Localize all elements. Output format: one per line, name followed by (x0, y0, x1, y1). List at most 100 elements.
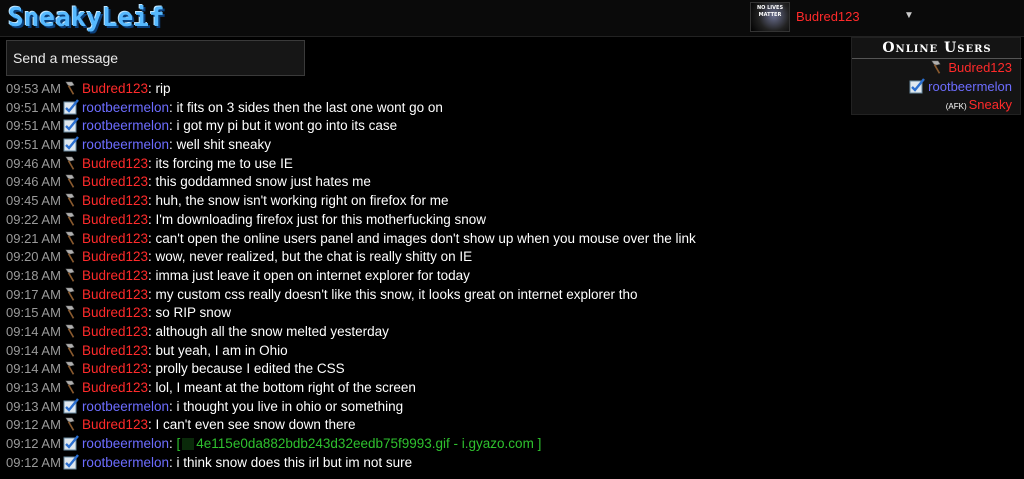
axe-icon (63, 360, 79, 376)
message-username[interactable]: Budred123 (82, 361, 148, 376)
chat-message: 09:14 AM Budred123: although all the snow… (6, 323, 1016, 342)
link-text[interactable]: 4e115e0da882bdb243d32eedb75f9993.gif - i… (196, 436, 534, 451)
message-separator: : (148, 361, 156, 377)
axe-icon (63, 267, 79, 283)
chat-message: 09:45 AM Budred123: huh, the snow isn't w… (6, 192, 1016, 211)
message-username[interactable]: Budred123 (82, 174, 148, 189)
current-user-name[interactable]: Budred123 (796, 9, 860, 24)
message-username[interactable]: Budred123 (82, 81, 148, 96)
message-username[interactable]: Budred123 (82, 156, 148, 171)
axe-icon (63, 379, 79, 395)
message-text: so RIP snow (155, 305, 232, 321)
axe-icon (63, 416, 79, 432)
message-text: well shit sneaky (176, 137, 272, 153)
axe-icon (63, 173, 79, 189)
message-separator: : (148, 249, 156, 265)
message-separator: : (169, 436, 177, 452)
message-username[interactable]: Budred123 (82, 417, 148, 432)
chat-message: 09:22 AM Budred123: I'm downloading firef… (6, 211, 1016, 230)
message-text: but yeah, I am in Ohio (155, 342, 288, 358)
message-timestamp: 09:14 AM (6, 323, 61, 339)
message-username[interactable]: rootbeermelon (82, 455, 169, 470)
message-username[interactable]: Budred123 (82, 249, 148, 264)
message-separator: : (169, 99, 177, 115)
site-logo[interactable]: SneakyLeif (8, 2, 165, 34)
link-bracket-close: ] (537, 436, 542, 452)
message-username[interactable]: rootbeermelon (82, 118, 169, 133)
message-separator: : (148, 211, 156, 227)
message-text: i thought you live in ohio or something (176, 398, 404, 414)
message-timestamp: 09:18 AM (6, 267, 61, 283)
chat-log[interactable]: 09:53 AM Budred123: rip 09:51 AM rootbeerme… (6, 80, 1016, 478)
message-username[interactable]: Budred123 (82, 343, 148, 358)
checkbox-icon (63, 454, 79, 470)
checkbox-icon (63, 136, 79, 152)
chat-message: 09:12 AM rootbeermelon: i think snow does… (6, 454, 1016, 473)
message-separator: : (148, 193, 156, 209)
message-timestamp: 09:21 AM (6, 230, 61, 246)
message-separator: : (169, 137, 177, 153)
message-timestamp: 09:12 AM (6, 436, 61, 452)
message-separator: : (148, 342, 156, 358)
message-username[interactable]: Budred123 (82, 305, 148, 320)
chat-message: 09:17 AM Budred123: my custom css really … (6, 286, 1016, 305)
message-separator: : (148, 417, 156, 433)
message-timestamp: 09:20 AM (6, 249, 61, 265)
message-separator: : (148, 155, 156, 171)
message-username[interactable]: Budred123 (82, 193, 148, 208)
axe-icon (63, 155, 79, 171)
message-separator: : (148, 81, 156, 96)
axe-icon (929, 59, 945, 75)
chevron-down-icon[interactable]: ▼ (904, 10, 914, 21)
message-username[interactable]: Budred123 (82, 324, 148, 339)
message-username[interactable]: rootbeermelon (82, 137, 169, 152)
message-separator: : (148, 174, 156, 190)
message-username[interactable]: Budred123 (82, 212, 148, 227)
message-timestamp: 09:12 AM (6, 454, 61, 470)
message-separator: : (148, 305, 156, 321)
message-timestamp: 09:46 AM (6, 155, 61, 171)
message-username[interactable]: rootbeermelon (82, 100, 169, 115)
message-text: although all the snow melted yesterday (155, 323, 389, 339)
message-username[interactable]: Budred123 (82, 268, 148, 283)
message-timestamp: 09:51 AM (6, 137, 61, 153)
checkbox-icon (63, 398, 79, 414)
chat-message: 09:13 AM Budred123: lol, I meant at the b… (6, 379, 1016, 398)
message-text: lol, I meant at the bottom right of the … (155, 380, 416, 395)
message-text: i think snow does this irl but im not su… (176, 454, 413, 470)
message-timestamp: 09:14 AM (6, 342, 61, 358)
avatar[interactable]: NO LIVES MATTER (750, 2, 790, 32)
axe-icon (63, 80, 79, 96)
online-user-name[interactable]: Budred123 (948, 60, 1012, 75)
message-text: I can't even see snow down there (155, 417, 356, 433)
message-text: can't open the online users panel and im… (155, 230, 696, 246)
message-username[interactable]: rootbeermelon (82, 399, 169, 414)
message-text: imma just leave it open on internet expl… (155, 267, 470, 283)
message-separator: : (148, 323, 156, 339)
message-timestamp: 09:22 AM (6, 211, 61, 227)
message-link[interactable]: [4e115e0da882bdb243d32eedb75f9993.gif - … (177, 436, 542, 451)
message-username[interactable]: rootbeermelon (82, 436, 169, 451)
message-timestamp: 09:51 AM (6, 99, 61, 115)
message-separator: : (148, 286, 156, 302)
axe-icon (63, 304, 79, 320)
checkbox-icon (63, 117, 79, 133)
chat-message: 09:14 AM Budred123: prolly because I edit… (6, 360, 1016, 379)
message-text: this goddamned snow just hates me (155, 174, 371, 190)
message-separator: : (169, 398, 177, 414)
chat-message: 09:51 AM rootbeermelon: well shit sneaky (6, 136, 1016, 155)
online-user[interactable]: Budred123 (929, 59, 1012, 75)
axe-icon (63, 248, 79, 264)
chat-message: 09:46 AM Budred123: this goddamned snow j… (6, 173, 1016, 192)
message-input[interactable] (6, 40, 305, 76)
checkbox-icon (63, 99, 79, 115)
message-separator: : (148, 230, 156, 246)
chat-message: 09:51 AM rootbeermelon: i got my pi but i… (6, 117, 1016, 136)
user-menu[interactable]: NO LIVES MATTER Budred123 ▼ (748, 1, 922, 33)
link-bracket-open: [ (176, 436, 181, 452)
message-timestamp: 09:13 AM (6, 380, 61, 395)
axe-icon (63, 211, 79, 227)
message-username[interactable]: Budred123 (82, 380, 148, 395)
message-username[interactable]: Budred123 (82, 231, 148, 246)
message-username[interactable]: Budred123 (82, 287, 148, 302)
